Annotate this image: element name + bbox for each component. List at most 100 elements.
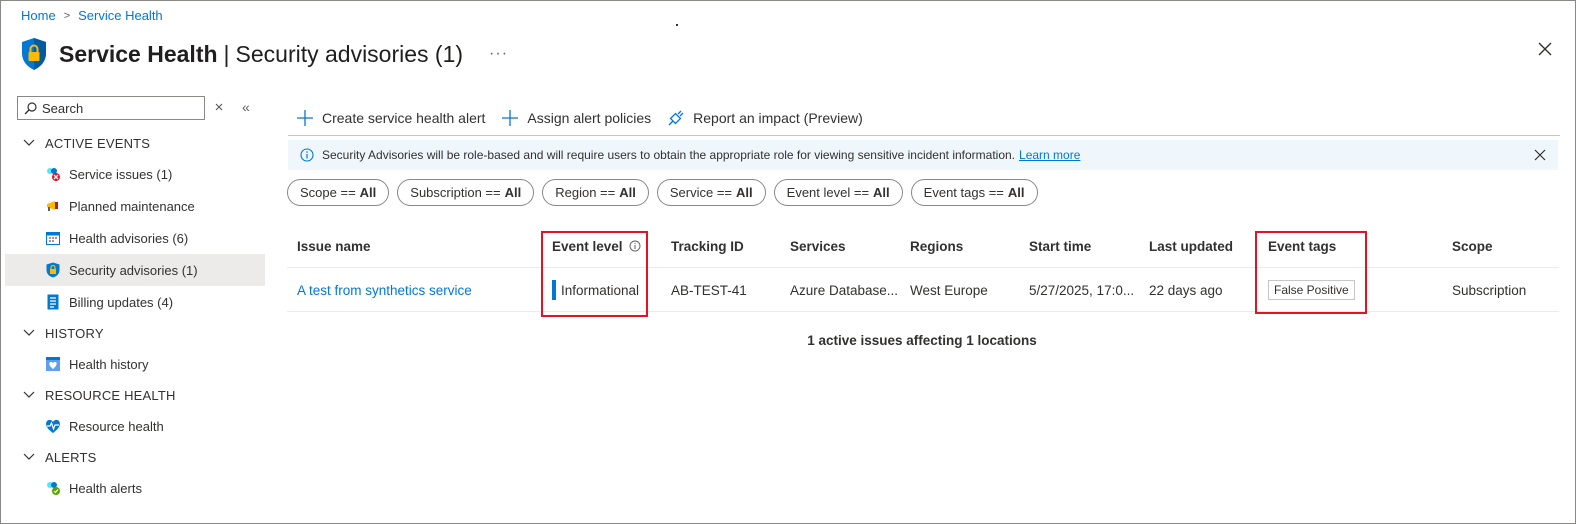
group-resource-health[interactable]: RESOURCE HEALTH	[5, 380, 265, 410]
start-time-cell: 5/27/2025, 17:0...	[1029, 282, 1135, 298]
group-label: HISTORY	[45, 325, 104, 341]
learn-more-link[interactable]: Learn more	[1019, 148, 1080, 162]
highlight-event-tags	[1255, 231, 1367, 314]
sidebar-search[interactable]	[17, 96, 205, 120]
issue-name-link[interactable]: A test from synthetics service	[297, 268, 472, 312]
filter-pill-event-tags[interactable]: Event tags == All	[910, 179, 1038, 206]
close-icon[interactable]	[1536, 40, 1554, 58]
group-label: RESOURCE HEALTH	[45, 387, 176, 403]
filter-label: Event tags ==	[923, 185, 1004, 200]
group-alerts[interactable]: ALERTS	[5, 442, 265, 472]
chevron-down-icon	[23, 139, 35, 146]
heart-pulse-icon	[45, 418, 61, 434]
clear-search-icon[interactable]	[213, 101, 225, 113]
filter-value: All	[619, 185, 636, 200]
col-last-updated[interactable]: Last updated	[1149, 224, 1233, 268]
plug-icon	[668, 110, 684, 125]
filter-value: All	[873, 185, 890, 200]
more-options-button[interactable]: ···	[489, 45, 508, 63]
sidebar-item-label: Billing updates (4)	[69, 294, 174, 310]
shield-lock-icon	[45, 262, 61, 278]
filter-value: All	[504, 185, 522, 200]
services-cell: Azure Database...	[790, 282, 898, 298]
filter-value: All	[359, 185, 377, 200]
issues-table: Issue name Event level Tracking ID Servi…	[287, 224, 1559, 312]
assign-policies-label: Assign alert policies	[527, 109, 652, 126]
regions-cell: West Europe	[910, 282, 988, 298]
chevron-down-icon	[23, 391, 35, 398]
stray-dot	[676, 24, 678, 26]
filter-label: Event level ==	[786, 185, 870, 200]
plus-icon	[297, 109, 313, 126]
calendar-icon	[45, 230, 61, 246]
col-issue-name[interactable]: Issue name	[297, 224, 371, 268]
last-updated-cell: 22 days ago	[1149, 282, 1223, 298]
filter-pill-scope[interactable]: Scope == All	[287, 179, 390, 206]
create-alert-button[interactable]: Create service health alert	[296, 109, 485, 127]
service-issues-icon	[45, 166, 61, 182]
sidebar-item-label: Planned maintenance	[69, 198, 195, 214]
chevron-down-icon	[23, 329, 35, 336]
filter-label: Region ==	[555, 185, 616, 200]
collapse-sidebar-icon[interactable]: «	[242, 99, 250, 115]
filter-pill-subscription[interactable]: Subscription == All	[397, 179, 535, 206]
chevron-down-icon	[23, 453, 35, 460]
health-history-icon	[45, 356, 61, 372]
filter-pill-event-level[interactable]: Event level == All	[773, 179, 903, 206]
group-history[interactable]: HISTORY	[5, 318, 265, 348]
group-label: ACTIVE EVENTS	[45, 135, 151, 151]
search-input[interactable]	[42, 100, 192, 116]
report-impact-button[interactable]: Report an impact (Preview)	[667, 109, 863, 127]
shield-lock-icon	[22, 38, 46, 70]
tracking-id-cell: AB-TEST-41	[671, 282, 747, 298]
breadcrumb-service-health-link[interactable]: Service Health	[78, 8, 163, 23]
close-icon[interactable]	[1534, 149, 1546, 161]
col-start-time[interactable]: Start time	[1029, 224, 1091, 268]
megaphone-icon	[45, 198, 61, 214]
info-message: Security Advisories will be role-based a…	[322, 148, 1016, 162]
filter-label: Service ==	[669, 185, 733, 200]
group-active-events[interactable]: ACTIVE EVENTS	[5, 128, 265, 158]
create-alert-label: Create service health alert	[322, 109, 486, 126]
sidebar-item-label: Resource health	[69, 418, 164, 434]
table-header-row: Issue name Event level Tracking ID Servi…	[287, 224, 1559, 268]
sidebar-item-label: Health alerts	[69, 480, 142, 496]
sidebar-item-service-issues[interactable]: Service issues (1)	[5, 158, 265, 190]
sidebar-item-planned-maintenance[interactable]: Planned maintenance	[5, 190, 265, 222]
chevron-right-icon: >	[63, 9, 71, 22]
summary-text: 1 active issues affecting 1 locations	[807, 333, 1037, 348]
sidebar-nav: ACTIVE EVENTS Service issues (1) Planned…	[5, 128, 265, 504]
col-services[interactable]: Services	[790, 224, 846, 268]
sidebar-item-resource-health[interactable]: Resource health	[5, 410, 265, 442]
sidebar-item-label: Service issues (1)	[69, 166, 173, 182]
sidebar-item-label: Security advisories (1)	[69, 262, 198, 278]
sidebar-item-billing-updates[interactable]: Billing updates (4)	[5, 286, 265, 318]
breadcrumb-home-link[interactable]: Home	[21, 8, 56, 23]
plus-icon	[502, 109, 519, 126]
info-banner: Security Advisories will be role-based a…	[288, 140, 1558, 170]
filter-label: Subscription ==	[410, 185, 501, 200]
sidebar-item-label: Health history	[69, 356, 149, 372]
sidebar-item-health-advisories[interactable]: Health advisories (6)	[5, 222, 265, 254]
billing-icon	[45, 294, 61, 310]
sidebar-item-security-advisories[interactable]: Security advisories (1)	[5, 254, 265, 286]
filter-pill-service[interactable]: Service == All	[656, 179, 766, 206]
sidebar-item-health-history[interactable]: Health history	[5, 348, 265, 380]
filter-label: Scope ==	[300, 185, 356, 200]
table-row[interactable]: A test from synthetics service Informati…	[287, 268, 1559, 312]
filter-value: All	[1007, 185, 1025, 200]
scope-cell: Subscription	[1452, 282, 1527, 298]
report-impact-label: Report an impact (Preview)	[693, 109, 863, 126]
assign-policies-button[interactable]: Assign alert policies	[501, 109, 651, 127]
health-alerts-icon	[45, 480, 61, 496]
sidebar-item-health-alerts[interactable]: Health alerts	[5, 472, 265, 504]
page-subtitle: Security advisories (1)	[235, 40, 464, 67]
command-bar: Create service health alert Assign alert…	[288, 100, 1560, 136]
col-regions[interactable]: Regions	[910, 224, 963, 268]
col-scope[interactable]: Scope	[1452, 224, 1493, 268]
sidebar-item-label: Health advisories (6)	[69, 230, 189, 246]
filter-pill-region[interactable]: Region == All	[542, 179, 649, 206]
filter-value: All	[736, 185, 753, 200]
col-tracking-id[interactable]: Tracking ID	[671, 224, 744, 268]
page-title: Service Health	[59, 40, 218, 67]
